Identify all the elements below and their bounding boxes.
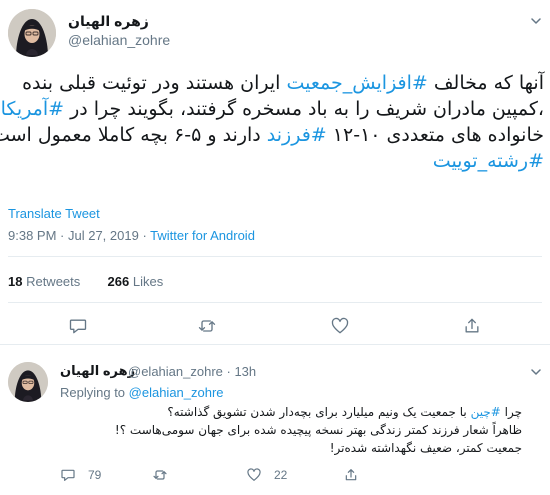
heart-icon[interactable] xyxy=(330,316,350,336)
retweet-icon xyxy=(153,470,167,480)
tweet-text-line: ،کمپین مادران شریف را به باد مسخره گرفتن… xyxy=(0,98,544,120)
tweet-text-line: ظاهراً شعار فرزند کمتر زندگی بهتر نسخه پ… xyxy=(114,423,522,437)
tweet-text: چرا #چین با جمعیت یک ونیم میلیارد برای ب… xyxy=(60,403,522,457)
divider xyxy=(8,256,542,257)
replying-to: Replying to @elahian_zohre xyxy=(60,385,224,400)
tweet-text-line: جمعیت کمتر، ضعیف نگهداشته شده‌تر! xyxy=(329,441,522,455)
hashtag-link[interactable]: #فرزند xyxy=(267,124,327,146)
author-name[interactable]: زهره الهیان xyxy=(60,363,135,379)
share-icon[interactable] xyxy=(462,316,482,336)
tweet-text-line: آنها که مخالف #افزایش_جمعیت ایران هستند … xyxy=(22,72,544,94)
hashtag-link[interactable]: #افزایش_جمعیت xyxy=(287,72,428,94)
reply-tweet[interactable]: زهره الهیان @elahian_zohre · 13h Replyin… xyxy=(0,345,550,495)
tweet-metadata: 9:38 PM · Jul 27, 2019 · Twitter for And… xyxy=(8,228,255,243)
retweets-stat[interactable]: 18 Retweets xyxy=(8,274,80,289)
heart-icon xyxy=(247,468,261,481)
divider xyxy=(8,302,542,303)
chevron-down-icon[interactable] xyxy=(531,16,541,26)
tweet-text-line: #رشته_توییت xyxy=(8,148,544,174)
reply-action[interactable]: 79 xyxy=(60,467,101,483)
tweet-text: آنها که مخالف #افزایش_جمعیت ایران هستند … xyxy=(0,70,544,174)
tweet-source-link[interactable]: Twitter for Android xyxy=(150,228,255,243)
likes-stat[interactable]: 266 Likes xyxy=(108,274,164,289)
avatar[interactable] xyxy=(8,9,56,57)
share-action[interactable] xyxy=(343,467,371,483)
tweet-text-line: چرا #چین با جمعیت یک ونیم میلیارد برای ب… xyxy=(167,405,522,419)
mention-link[interactable]: @elahian_zohre xyxy=(129,385,224,400)
like-action[interactable]: 22 xyxy=(246,467,287,483)
like-count: 22 xyxy=(274,468,288,482)
reply-count: 79 xyxy=(88,468,102,482)
separator: · xyxy=(56,228,68,243)
tweet-time-ago[interactable]: 13h xyxy=(234,364,256,379)
author-handle: @elahian_zohre · 13h xyxy=(128,364,257,379)
reply-icon[interactable] xyxy=(68,316,88,336)
hashtag-link[interactable]: #رشته_توییت xyxy=(433,150,544,172)
reply-icon xyxy=(61,469,75,481)
share-icon xyxy=(345,469,357,481)
tweet-time[interactable]: 9:38 PM xyxy=(8,228,56,243)
retweet-action[interactable] xyxy=(152,467,180,483)
hashtag-link[interactable]: #چین xyxy=(471,405,501,419)
chevron-down-icon[interactable] xyxy=(531,367,541,377)
tweet-text-line: خانواده های متعددی ۱۰-۱۲ #فرزند دارند و … xyxy=(0,124,544,146)
avatar[interactable] xyxy=(8,362,48,402)
translate-tweet-link[interactable]: Translate Tweet xyxy=(8,206,100,221)
author-name[interactable]: زهره الهیان xyxy=(68,13,149,30)
main-tweet: زهره الهیان @elahian_zohre آنها که مخالف… xyxy=(0,0,550,344)
retweet-icon[interactable] xyxy=(197,316,217,336)
tweet-date[interactable]: Jul 27, 2019 xyxy=(68,228,139,243)
hashtag-link[interactable]: #آمریکا xyxy=(1,98,64,120)
separator: · xyxy=(138,228,151,243)
author-handle[interactable]: @elahian_zohre xyxy=(68,32,170,48)
engagement-stats: 18 Retweets 266 Likes xyxy=(8,274,163,289)
